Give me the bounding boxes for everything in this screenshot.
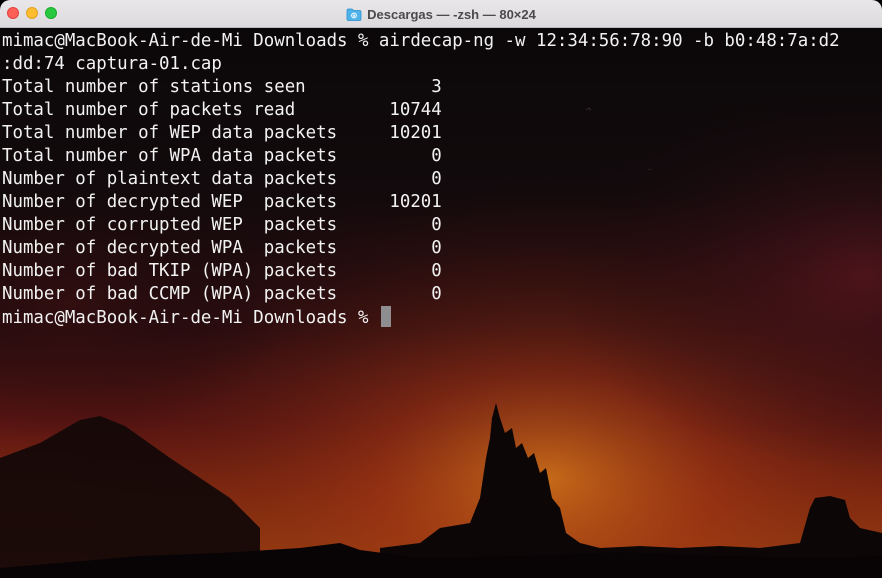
output-line: Number of bad TKIP (WPA) packets 0 (2, 261, 442, 281)
output-line: Total number of WPA data packets 0 (2, 146, 442, 166)
output-line: Number of bad CCMP (WPA) packets 0 (2, 284, 442, 304)
terminal-window: Descargas — -zsh — 80×24 mimac@MacBook-A… (0, 0, 882, 578)
title-bar[interactable]: Descargas — -zsh — 80×24 (0, 0, 882, 28)
shell-prompt: mimac@MacBook-Air-de-Mi Downloads % (2, 308, 379, 328)
text-cursor (380, 306, 391, 327)
output-line: Number of corrupted WEP packets 0 (2, 215, 442, 235)
window-title: Descargas — -zsh — 80×24 (367, 6, 536, 22)
output-line: Total number of packets read 10744 (2, 100, 442, 120)
output-line: Number of plaintext data packets 0 (2, 169, 442, 189)
folder-icon (346, 8, 362, 21)
terminal-output[interactable]: mimac@MacBook-Air-de-Mi Downloads % aird… (2, 30, 882, 578)
output-line: Number of decrypted WPA packets 0 (2, 238, 442, 258)
output-line: Total number of stations seen 3 (2, 77, 442, 97)
output-line: Total number of WEP data packets 10201 (2, 123, 442, 143)
command-line: mimac@MacBook-Air-de-Mi Downloads % aird… (2, 31, 840, 51)
window-title-group: Descargas — -zsh — 80×24 (0, 0, 882, 28)
command-line-continuation: :dd:74 captura-01.cap (2, 54, 222, 74)
prompt-line[interactable]: mimac@MacBook-Air-de-Mi Downloads % (2, 306, 882, 329)
output-line: Number of decrypted WEP packets 10201 (2, 192, 442, 212)
